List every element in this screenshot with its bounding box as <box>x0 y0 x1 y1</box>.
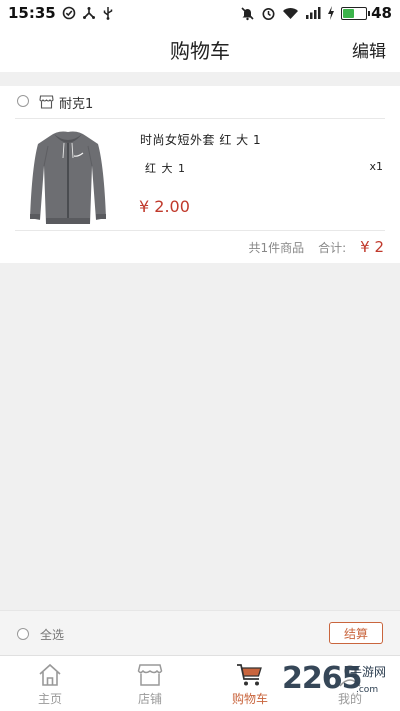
tab-label: 店铺 <box>137 692 162 706</box>
shop-select-radio[interactable] <box>17 95 29 107</box>
mute-icon <box>240 6 255 21</box>
nav-bar: 购物车 编辑 <box>0 26 400 72</box>
shop-summary: 共1件商品 合计: ¥ 2 <box>248 238 384 256</box>
cart-shop-card: 耐克1 时尚女短外套 红 大 1 红 大 1 x1 ¥ 2.00 共1件商品 合… <box>0 86 400 263</box>
tab-label: 我的 <box>337 692 362 706</box>
status-bar: 15:35 48 <box>0 0 400 26</box>
status-right: 48 <box>240 4 392 22</box>
cart-icon <box>236 662 264 688</box>
wifi-icon <box>282 6 299 20</box>
select-all-label[interactable]: 全选 <box>40 626 64 643</box>
item-count: 共1件商品 <box>248 241 305 255</box>
total-label: 合计: <box>318 241 347 255</box>
select-all-radio[interactable] <box>17 628 29 640</box>
signal-icon <box>305 6 321 20</box>
product-quantity: x1 <box>369 160 383 173</box>
edit-button[interactable]: 编辑 <box>352 37 386 62</box>
tab-profile[interactable]: 我的 <box>300 656 400 711</box>
tab-label: 主页 <box>37 692 62 706</box>
bottom-tab-bar: 主页 店铺 购物车 我的 <box>0 655 400 711</box>
product-spec: 红 大 1 <box>145 162 186 175</box>
checkout-button[interactable]: 结算 <box>329 622 383 644</box>
store-icon <box>136 662 164 688</box>
checkout-bar: 全选 结算 <box>0 610 400 655</box>
battery-indicator: 48 <box>341 4 392 22</box>
shop-name[interactable]: 耐克1 <box>59 93 93 112</box>
battery-level: 48 <box>371 4 392 22</box>
page-title: 购物车 <box>170 38 230 63</box>
charging-icon <box>327 6 335 20</box>
tab-label: 购物车 <box>231 692 268 706</box>
share-icon <box>82 6 96 20</box>
check-circle-icon <box>62 6 76 20</box>
product-image[interactable] <box>18 126 118 226</box>
total-value: ¥ 2 <box>360 238 384 256</box>
divider <box>15 118 385 119</box>
home-icon <box>36 662 64 688</box>
battery-icon <box>341 6 371 20</box>
usb-icon <box>102 6 114 20</box>
alarm-icon <box>261 6 276 21</box>
product-title[interactable]: 时尚女短外套 红 大 1 <box>140 131 261 148</box>
store-icon <box>39 94 54 113</box>
status-time: 15:35 <box>8 4 56 22</box>
status-left: 15:35 <box>8 4 114 22</box>
tab-home[interactable]: 主页 <box>0 656 100 711</box>
profile-icon <box>336 662 364 688</box>
tab-cart[interactable]: 购物车 <box>200 656 300 711</box>
divider <box>15 230 385 231</box>
tab-store[interactable]: 店铺 <box>100 656 200 711</box>
shop-header: 耐克1 <box>0 86 400 118</box>
product-price: ¥ 2.00 <box>139 197 190 216</box>
